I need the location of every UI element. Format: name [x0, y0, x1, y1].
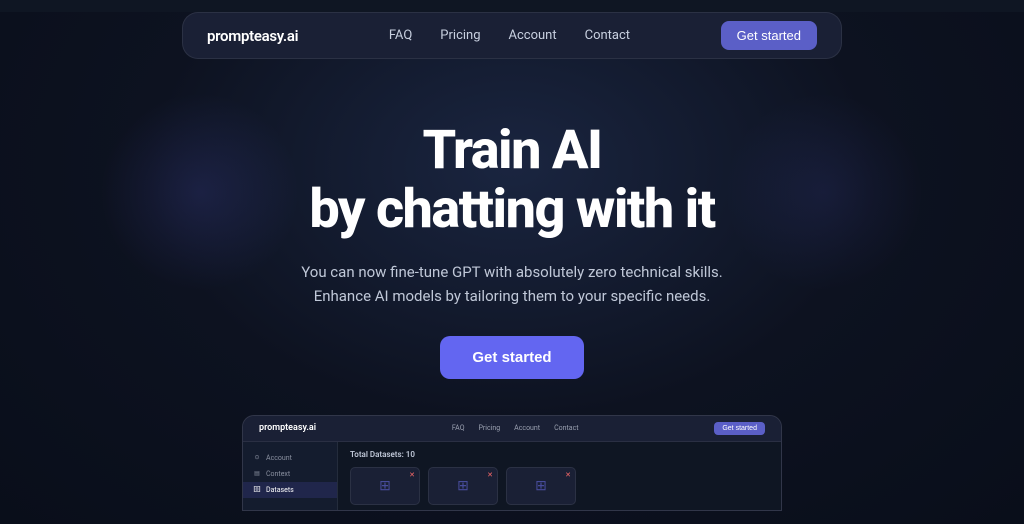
navbar: prompteasy.ai FAQ Pricing Account Contac… [182, 12, 842, 59]
card-icon-3: ⊞ [535, 478, 547, 494]
preview-nav-account: Account [514, 424, 540, 432]
card-close-3[interactable]: ✕ [565, 471, 571, 479]
card-icon-1: ⊞ [379, 478, 391, 494]
nav-link-contact[interactable]: Contact [585, 28, 630, 43]
card-close-2[interactable]: ✕ [487, 471, 493, 479]
preview-nav-pricing: Pricing [479, 424, 501, 432]
preview-card-1: ✕ ⊞ [350, 467, 420, 505]
preview-card-3: ✕ ⊞ [506, 467, 576, 505]
hero-cta-button[interactable]: Get started [440, 336, 583, 379]
sidebar-item-account[interactable]: ⊙ Account [243, 450, 337, 466]
card-icon-2: ⊞ [457, 478, 469, 494]
preview-nav-links: FAQ Pricing Account Contact [452, 424, 579, 432]
hero-title-line2: by chatting with it [309, 178, 714, 241]
preview-nav-faq: FAQ [452, 424, 465, 432]
preview-logo: prompteasy.ai [259, 423, 316, 433]
preview-cta-button[interactable]: Get started [714, 422, 765, 435]
preview-main: Total Datasets: 10 ✕ ⊞ ✕ ⊞ ✕ ⊞ [338, 442, 781, 510]
preview-main-title: Total Datasets: 10 [350, 450, 769, 459]
hero-title: Train AI by chatting with it [0, 121, 1024, 240]
nav-link-faq[interactable]: FAQ [389, 28, 412, 43]
hero-subtitle-line2: Enhance AI models by tailoring them to y… [314, 287, 711, 305]
hero-section: Train AI by chatting with it You can now… [0, 71, 1024, 379]
navbar-links: FAQ Pricing Account Contact [389, 28, 630, 43]
preview-content: ⊙ Account ▤ Context 🗄 Datasets Total Dat… [243, 442, 781, 510]
datasets-icon: 🗄 [253, 486, 261, 494]
navbar-cta-button[interactable]: Get started [721, 21, 817, 50]
hero-subtitle: You can now fine-tune GPT with absolutel… [0, 260, 1024, 308]
sidebar-item-label-account: Account [266, 454, 292, 462]
preview-navbar: prompteasy.ai FAQ Pricing Account Contac… [243, 416, 781, 442]
hero-subtitle-line1: You can now fine-tune GPT with absolutel… [301, 263, 723, 281]
preview-container: prompteasy.ai FAQ Pricing Account Contac… [0, 415, 1024, 511]
sidebar-item-label-context: Context [266, 470, 290, 478]
nav-link-account[interactable]: Account [509, 28, 557, 43]
preview-window: prompteasy.ai FAQ Pricing Account Contac… [242, 415, 782, 511]
card-close-1[interactable]: ✕ [409, 471, 415, 479]
sidebar-item-label-datasets: Datasets [266, 486, 294, 494]
sidebar-item-datasets[interactable]: 🗄 Datasets [243, 482, 337, 498]
preview-cards: ✕ ⊞ ✕ ⊞ ✕ ⊞ [350, 467, 769, 505]
preview-nav-contact: Contact [554, 424, 578, 432]
nav-link-pricing[interactable]: Pricing [440, 28, 480, 43]
preview-sidebar: ⊙ Account ▤ Context 🗄 Datasets [243, 442, 338, 510]
account-icon: ⊙ [253, 454, 261, 462]
preview-card-2: ✕ ⊞ [428, 467, 498, 505]
sidebar-item-context[interactable]: ▤ Context [243, 466, 337, 482]
navbar-logo: prompteasy.ai [207, 27, 298, 45]
hero-title-line1: Train AI [422, 119, 601, 182]
context-icon: ▤ [253, 470, 261, 478]
